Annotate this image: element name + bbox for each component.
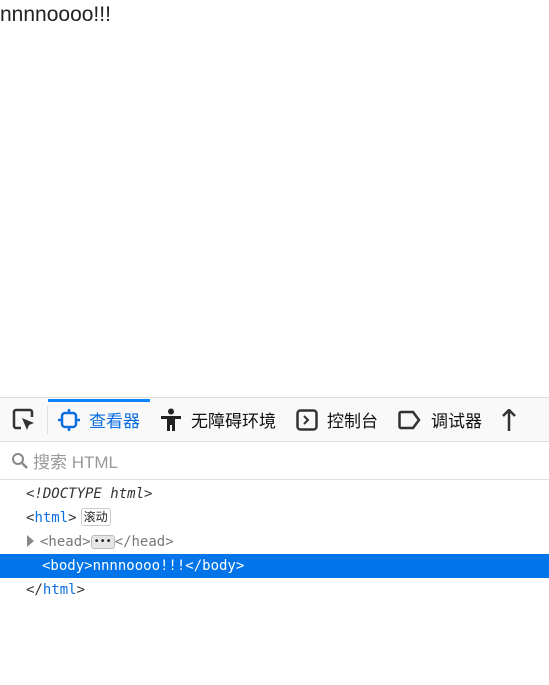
expand-triangle-icon[interactable] (27, 535, 34, 547)
markup-tree: <!DOCTYPE html> <html> 滚动 <head> ••• </head… (0, 480, 549, 602)
search-icon (12, 452, 28, 469)
page-content-text: nnnnoooo!!! (0, 3, 111, 26)
element-picker-icon (12, 408, 34, 430)
collapsed-ellipsis-button[interactable]: ••• (90, 535, 115, 549)
accessibility-icon (161, 408, 181, 431)
tab-accessibility[interactable]: 无障碍环境 (150, 398, 286, 441)
body-line: <body>nnnnoooo!!!</body> (42, 558, 245, 574)
element-picker-button[interactable] (0, 405, 48, 434)
bracket: </ (26, 582, 43, 598)
html-tag-name: html (42, 582, 77, 598)
scroll-badge[interactable]: 滚动 (80, 508, 111, 526)
network-icon (502, 408, 516, 431)
tree-node-doctype[interactable]: <!DOCTYPE html> (0, 482, 549, 506)
console-icon (296, 408, 318, 431)
search-placeholder: 搜索 HTML (33, 453, 118, 472)
devtools-toolbar: 查看器 无障碍环境 控制台 调试器 (0, 398, 549, 442)
head-close-tag: </head> (114, 534, 174, 550)
tree-node-html[interactable]: <html> 滚动 (0, 506, 549, 530)
head-open-tag: <head> (40, 534, 91, 550)
tree-node-html-close[interactable]: </html> (0, 578, 549, 602)
tab-label: 无障碍环境 (191, 412, 276, 431)
html-tag-name: html (34, 510, 69, 526)
tree-node-head[interactable]: <head> ••• </head> (0, 530, 549, 554)
tab-label: 查看器 (89, 412, 140, 431)
tab-label: 调试器 (431, 412, 482, 431)
search-html-input[interactable]: 搜索 HTML (0, 442, 549, 480)
tab-inspector[interactable]: 查看器 (48, 398, 150, 441)
tab-label: 控制台 (327, 412, 378, 431)
devtools-panel: 查看器 无障碍环境 控制台 调试器 搜索 HTML <!DOCTYPE html… (0, 397, 549, 685)
bracket: > (68, 510, 77, 526)
debugger-icon (398, 410, 421, 429)
bracket: > (76, 582, 86, 598)
tab-network-partial[interactable] (492, 398, 535, 441)
tree-node-body-selected[interactable]: <body>nnnnoooo!!!</body> (0, 554, 549, 578)
inspector-icon (58, 408, 80, 431)
tab-console[interactable]: 控制台 (286, 398, 388, 441)
tab-debugger[interactable]: 调试器 (388, 398, 492, 441)
doctype-text: <!DOCTYPE html> (26, 486, 153, 502)
